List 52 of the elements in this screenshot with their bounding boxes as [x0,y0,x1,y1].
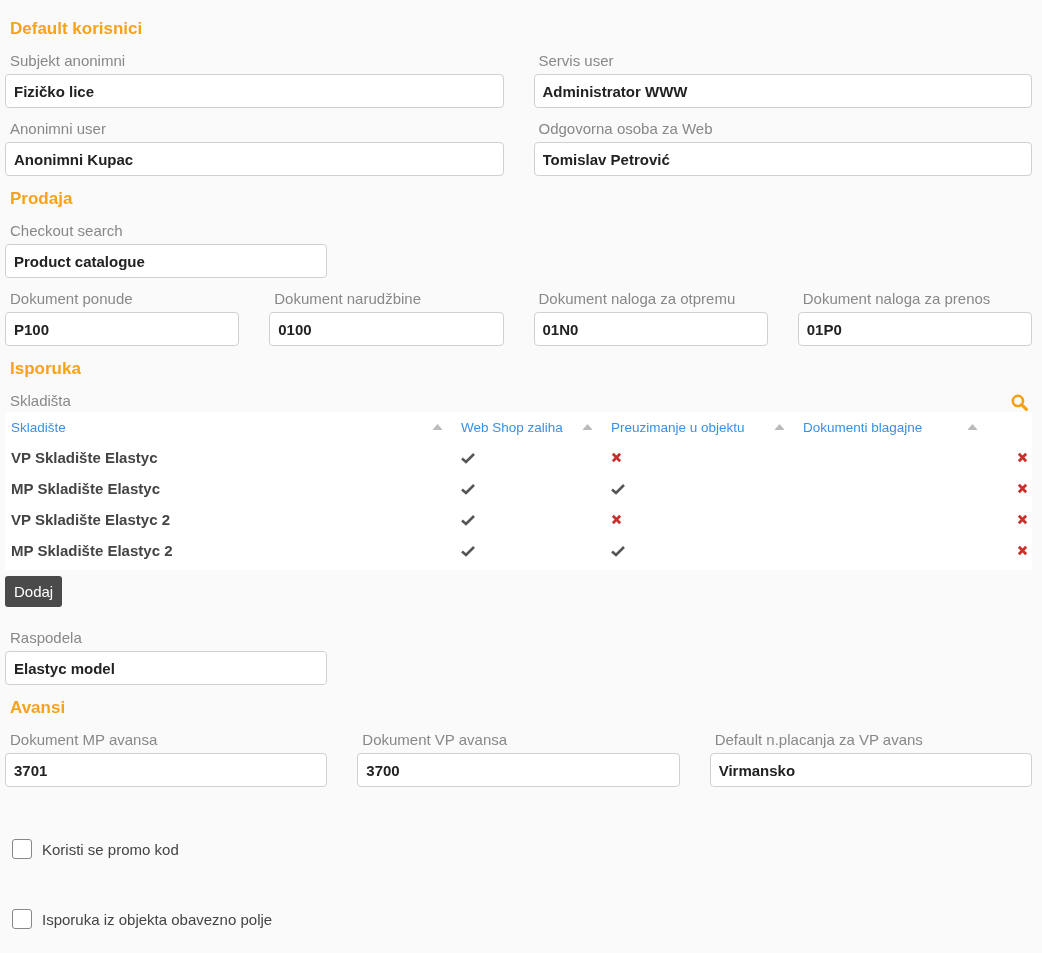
input-field[interactable]: 01P0 [797,312,1032,346]
delete-icon[interactable] [1017,452,1028,463]
sort-arrow-icon [967,424,978,430]
field-label: Raspodela [10,629,82,647]
checkbox[interactable] [12,839,32,859]
sort-arrow-icon [432,424,443,430]
section-title: Isporuka [10,358,82,380]
input-field[interactable]: Administrator WWW [533,74,1032,108]
field-label: Dokument MP avansa [10,731,158,749]
sort-arrow-icon [582,424,593,430]
delete-icon[interactable] [1017,545,1028,556]
delete-icon[interactable] [1017,514,1028,525]
delete-icon[interactable] [1017,483,1028,494]
field-label: Dokument ponude [10,290,133,308]
field-label: Anonimni user [10,120,106,138]
column-header[interactable]: Web Shop zaliha [461,419,563,435]
field-label: Dokument naloga za otpremu [538,290,736,308]
sort-arrow-icon [774,424,785,430]
field-label: Default n.placanja za VP avans [714,731,923,749]
input-field[interactable]: Virmansko [709,753,1032,787]
table-cell-text: VP Skladište Elastyc 2 [10,511,171,528]
input-field[interactable]: 01N0 [533,312,768,346]
table-cell-text: VP Skladište Elastyc [10,449,159,466]
field-label: Dokument naloga za prenos [802,290,991,308]
input-field[interactable]: Elastyc model [5,651,328,685]
field-label: Dokument VP avansa [362,731,508,749]
table-label: Skladišta [10,392,71,410]
table-cell-text: MP Skladište Elastyc 2 [10,542,174,559]
checkbox-label: Koristi se promo kod [42,840,179,858]
input-field[interactable]: Product catalogue [5,244,328,278]
input-field[interactable]: 3700 [357,753,680,787]
field-label: Servis user [538,52,614,70]
section-title: Default korisnici [10,18,144,40]
field-label: Checkout search [10,222,123,240]
field-label: Dokument narudžbine [274,290,421,308]
input-field[interactable]: 3701 [5,753,328,787]
input-field[interactable]: P100 [5,312,240,346]
table-cell-text: MP Skladište Elastyc [10,480,161,497]
section-title: Avansi [10,697,67,719]
input-field[interactable]: Tomislav Petrović [533,142,1032,176]
field-label: Odgovorna osoba za Web [538,120,713,138]
column-header[interactable]: Skladište [11,419,66,435]
column-header[interactable]: Dokumenti blagajne [803,419,923,435]
input-field[interactable]: Anonimni Kupac [5,142,504,176]
checkbox[interactable] [12,909,32,929]
section-title: Prodaja [10,188,74,210]
field-label: Subjekt anonimni [10,52,126,70]
input-field[interactable]: 0100 [269,312,504,346]
search-icon [1011,393,1028,411]
add-button[interactable]: Dodaj [5,576,63,607]
input-field[interactable]: Fizičko lice [5,74,504,108]
checkbox-label: Isporuka iz objekta obavezno polje [42,910,273,928]
